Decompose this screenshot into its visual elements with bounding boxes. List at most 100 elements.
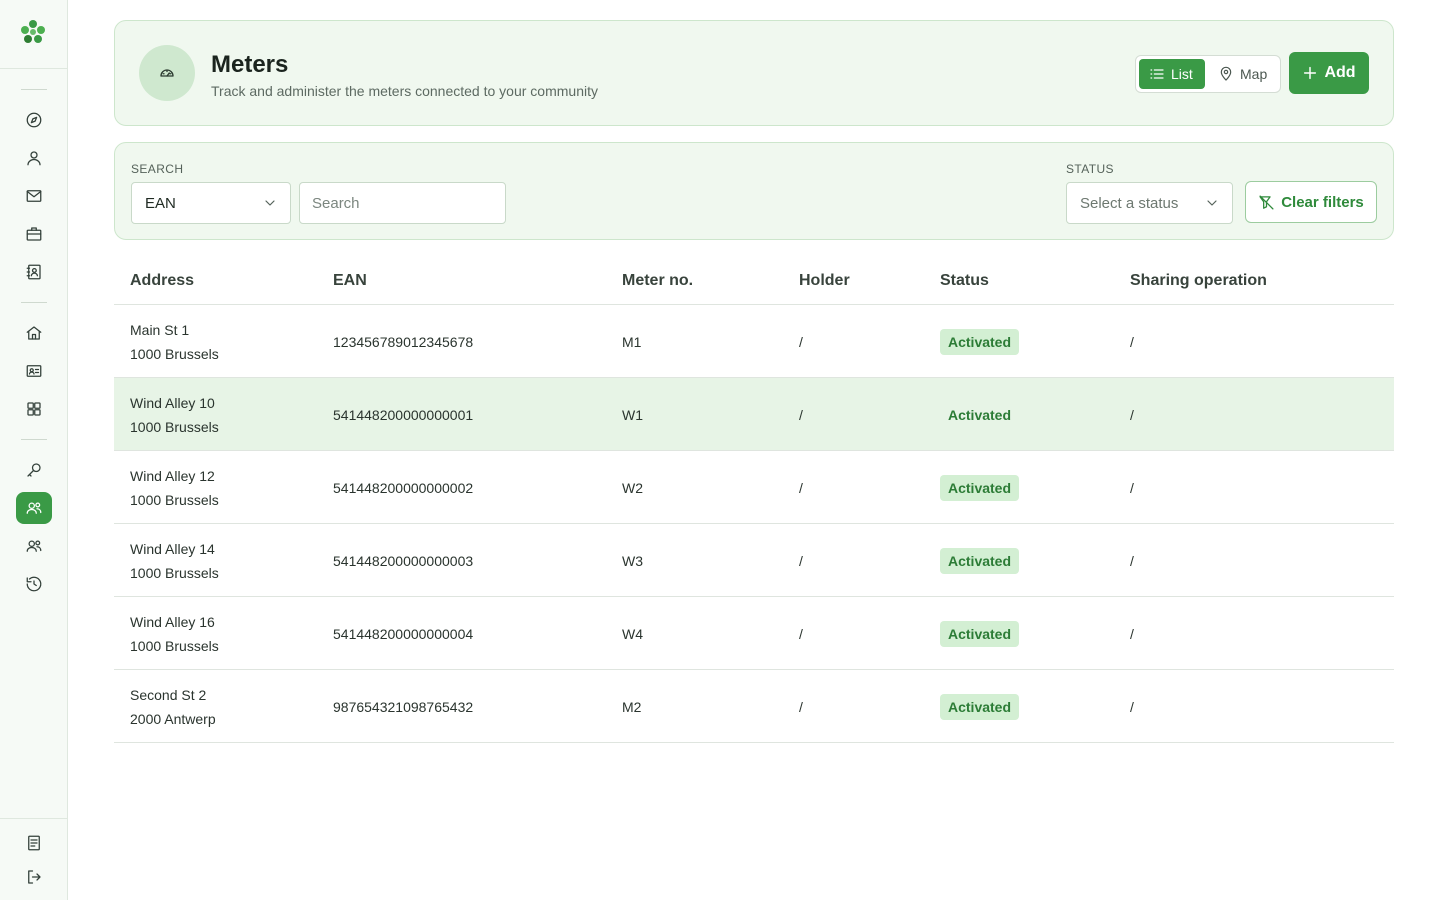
home-icon <box>26 326 42 340</box>
meter-cell: M2 <box>622 699 642 715</box>
sidebar-item-work[interactable] <box>16 218 52 250</box>
ean-cell: 541448200000000003 <box>333 553 474 569</box>
address-line1: Second St 2 <box>130 687 207 703</box>
mail-icon <box>26 190 42 202</box>
address-line2: 1000 Brussels <box>130 638 219 654</box>
sidebar-divider <box>0 818 68 819</box>
add-meter-button[interactable]: Add <box>1289 52 1369 94</box>
sidebar-separator <box>21 302 47 303</box>
chevron-down-icon <box>1207 200 1217 206</box>
map-pin-icon <box>1220 66 1232 81</box>
clear-filters-button[interactable]: Clear filters <box>1245 181 1377 223</box>
address-line2: 1000 Brussels <box>130 346 219 362</box>
sidebar-item-history[interactable] <box>16 568 52 600</box>
map-view-label: Map <box>1240 66 1268 82</box>
column-header-status[interactable]: Status <box>940 272 989 290</box>
sharing-cell: / <box>1130 334 1134 350</box>
briefcase-icon <box>26 227 42 241</box>
users-icon <box>26 502 42 514</box>
map-view-button[interactable]: Map <box>1212 59 1278 89</box>
search-input[interactable] <box>299 182 506 224</box>
page-subtitle: Track and administer the meters connecte… <box>211 83 598 99</box>
user-icon <box>27 151 41 166</box>
sidebar-item-home[interactable] <box>16 317 52 349</box>
sidebar-item-contacts[interactable] <box>16 256 52 288</box>
search-field-value: EAN <box>145 194 176 212</box>
plus-icon <box>1304 66 1317 80</box>
column-header-sharing[interactable]: Sharing operation <box>1130 272 1267 290</box>
address-line2: 1000 Brussels <box>130 565 219 581</box>
meter-cell: W3 <box>622 553 643 569</box>
table-row[interactable]: Wind Alley 14 1000 Brussels 541448200000… <box>114 524 1394 597</box>
add-button-label: Add <box>1324 64 1356 81</box>
meter-cell: W1 <box>622 407 643 423</box>
logo-icon[interactable] <box>18 18 48 48</box>
sidebar-item-meters[interactable] <box>16 492 52 524</box>
list-view-button[interactable]: List <box>1139 59 1205 89</box>
holder-cell: / <box>799 407 803 423</box>
column-header-holder[interactable]: Holder <box>799 272 850 290</box>
address-line1: Wind Alley 10 <box>130 395 215 411</box>
table-row[interactable]: Wind Alley 10 1000 Brussels 541448200000… <box>114 378 1394 451</box>
sidebar-item-messages[interactable] <box>16 180 52 212</box>
table-row[interactable]: Second St 2 2000 Antwerp 987654321098765… <box>114 670 1394 743</box>
address-line1: Main St 1 <box>130 322 190 338</box>
contacts-icon <box>26 264 41 280</box>
holder-cell: / <box>799 699 803 715</box>
table-row[interactable]: Wind Alley 12 1000 Brussels 541448200000… <box>114 451 1394 524</box>
address-line1: Wind Alley 16 <box>130 614 215 630</box>
sidebar-item-documents[interactable] <box>16 827 52 859</box>
ean-cell: 987654321098765432 <box>333 699 474 715</box>
sidebar-item-groups[interactable] <box>16 530 52 562</box>
chevron-down-icon <box>265 200 275 206</box>
address-line1: Wind Alley 14 <box>130 541 215 557</box>
status-label: STATUS <box>1066 162 1114 176</box>
status-badge: Activated <box>940 329 1020 355</box>
status-badge: Activated <box>940 694 1020 720</box>
holder-cell: / <box>799 334 803 350</box>
table-row[interactable]: Main St 1 1000 Brussels 1234567890123456… <box>114 305 1394 378</box>
ean-cell: 541448200000000002 <box>333 480 474 496</box>
page-header: Meters Track and administer the meters c… <box>114 20 1394 126</box>
group-icon <box>26 540 42 552</box>
sidebar-item-dashboard[interactable] <box>16 393 52 425</box>
sharing-cell: / <box>1130 407 1134 423</box>
view-toggle: List Map <box>1135 55 1281 93</box>
ean-cell: 541448200000000001 <box>333 407 474 423</box>
address-line2: 1000 Brussels <box>130 492 219 508</box>
sidebar-separator <box>21 89 47 90</box>
search-label: SEARCH <box>131 162 184 176</box>
clear-filters-label: Clear filters <box>1281 193 1364 211</box>
meters-table: Address EAN Meter no. Holder Status Shar… <box>114 256 1394 743</box>
meter-cell: M1 <box>622 334 642 350</box>
column-header-address[interactable]: Address <box>130 272 194 290</box>
sidebar-item-explore[interactable] <box>16 104 52 136</box>
holder-cell: / <box>799 626 803 642</box>
sidebar-item-members[interactable] <box>16 355 52 387</box>
column-header-ean[interactable]: EAN <box>333 272 367 290</box>
key-icon <box>27 463 41 477</box>
status-badge: Activated <box>940 475 1020 501</box>
status-placeholder: Select a status <box>1080 194 1179 212</box>
list-icon <box>1150 69 1164 79</box>
status-badge: Activated <box>940 621 1020 647</box>
sidebar-item-profile[interactable] <box>16 142 52 174</box>
id-card-icon <box>26 365 42 377</box>
table-row[interactable]: Wind Alley 16 1000 Brussels 541448200000… <box>114 597 1394 670</box>
sidebar <box>0 0 68 900</box>
sidebar-item-keys[interactable] <box>16 454 52 486</box>
address-line1: Wind Alley 12 <box>130 468 215 484</box>
sharing-cell: / <box>1130 553 1134 569</box>
filter-clear-icon <box>1259 194 1274 210</box>
sidebar-item-logout[interactable] <box>16 861 52 893</box>
holder-cell: / <box>799 480 803 496</box>
table-header: Address EAN Meter no. Holder Status Shar… <box>114 256 1394 305</box>
search-field-select[interactable]: EAN <box>131 182 291 224</box>
page-title: Meters <box>211 51 289 78</box>
compass-icon <box>26 112 42 128</box>
logout-icon <box>28 870 41 884</box>
column-header-meter[interactable]: Meter no. <box>622 272 693 290</box>
address-line2: 1000 Brussels <box>130 419 219 435</box>
sharing-cell: / <box>1130 626 1134 642</box>
status-select[interactable]: Select a status <box>1066 182 1233 224</box>
